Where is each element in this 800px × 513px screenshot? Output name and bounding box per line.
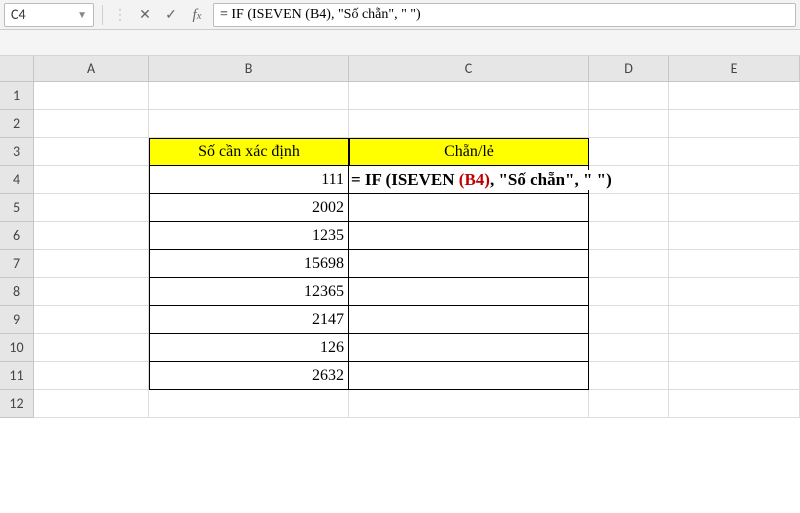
cell[interactable] [669,222,800,250]
cell[interactable] [589,306,669,334]
row-header[interactable]: 7 [0,250,34,278]
row-header[interactable]: 10 [0,334,34,362]
col-header-e[interactable]: E [669,56,800,82]
cell-b9[interactable]: 2147 [149,306,349,334]
cell[interactable] [669,194,800,222]
cell[interactable] [589,110,669,138]
cell[interactable] [34,334,149,362]
header-b3[interactable]: Số cần xác định [149,138,349,166]
cell[interactable] [34,306,149,334]
cell-b5[interactable]: 2002 [149,194,349,222]
col-header-d[interactable]: D [589,56,669,82]
spreadsheet-grid: A B C D E 1 2 3 Số cần xác định Chẵn/lẻ … [0,56,800,418]
cell[interactable] [34,250,149,278]
cell[interactable] [349,110,589,138]
row-header[interactable]: 4 [0,166,34,194]
cell[interactable] [669,82,800,110]
row-header[interactable]: 3 [0,138,34,166]
cell[interactable] [34,138,149,166]
cell[interactable] [669,334,800,362]
enter-icon[interactable]: ✓ [161,5,181,25]
cell[interactable] [669,278,800,306]
formula-part-ref: (B4) [459,170,490,189]
cell[interactable] [589,278,669,306]
col-header-b[interactable]: B [149,56,349,82]
select-all-corner[interactable] [0,56,34,82]
col-header-c[interactable]: C [349,56,589,82]
cell[interactable] [669,390,800,418]
cell[interactable] [589,222,669,250]
cell-c7[interactable] [349,250,589,278]
cell[interactable] [669,306,800,334]
cell[interactable] [589,250,669,278]
row-header[interactable]: 11 [0,362,34,390]
cell-b6[interactable]: 1235 [149,222,349,250]
cell[interactable] [34,362,149,390]
name-box[interactable]: C4 ▼ [4,3,94,27]
cell[interactable] [34,194,149,222]
row-header[interactable]: 2 [0,110,34,138]
row-header[interactable]: 6 [0,222,34,250]
row-header[interactable]: 9 [0,306,34,334]
cell[interactable] [349,390,589,418]
cell[interactable] [589,82,669,110]
cell[interactable] [589,362,669,390]
cell-b7[interactable]: 15698 [149,250,349,278]
formula-part-pre: = IF (ISEVEN [351,170,459,189]
cell[interactable] [34,390,149,418]
cell-c5[interactable] [349,194,589,222]
cell[interactable] [589,194,669,222]
name-box-value: C4 [11,6,26,23]
cell[interactable] [669,138,800,166]
cell-b11[interactable]: 2632 [149,362,349,390]
cell[interactable] [589,390,669,418]
cell[interactable] [149,390,349,418]
cell[interactable] [669,362,800,390]
cell-b10[interactable]: 126 [149,334,349,362]
cell-c11[interactable] [349,362,589,390]
header-c3[interactable]: Chẵn/lẻ [349,138,589,166]
cell-formula-overlay: = IF (ISEVEN (B4), "Số chẵn", " ") [349,170,614,190]
cell[interactable] [669,110,800,138]
cell-c9[interactable] [349,306,589,334]
cell[interactable] [349,82,589,110]
cell[interactable] [669,166,800,194]
fx-icon[interactable]: fx [187,6,207,26]
col-header-a[interactable]: A [34,56,149,82]
chevron-down-icon[interactable]: ▼ [77,8,87,21]
cell[interactable] [34,82,149,110]
dots-icon: ⋮ [111,6,129,23]
row-header[interactable]: 1 [0,82,34,110]
row-header[interactable]: 12 [0,390,34,418]
cell[interactable] [589,334,669,362]
formula-part-post: , "Số chẵn", " ") [490,170,612,189]
cell[interactable] [34,110,149,138]
cell[interactable] [669,250,800,278]
cell[interactable] [34,278,149,306]
row-header[interactable]: 5 [0,194,34,222]
formula-bar: C4 ▼ ⋮ ✕ ✓ fx = IF (ISEVEN (B4), "Số chẵ… [0,0,800,30]
cell-c10[interactable] [349,334,589,362]
separator [102,5,103,25]
cell[interactable] [149,82,349,110]
cell-c6[interactable] [349,222,589,250]
row-header[interactable]: 8 [0,278,34,306]
ribbon-spacer [0,30,800,56]
cell-b4[interactable]: 111 [149,166,349,194]
cell[interactable] [34,222,149,250]
cell-c4[interactable]: = IF (ISEVEN (B4), "Số chẵn", " ") [349,166,589,194]
cell-b8[interactable]: 12365 [149,278,349,306]
cancel-icon[interactable]: ✕ [135,5,155,25]
cell-c8[interactable] [349,278,589,306]
formula-text: = IF (ISEVEN (B4), "Số chẵn", " ") [220,7,421,23]
cell[interactable] [34,166,149,194]
cell[interactable] [149,110,349,138]
cell[interactable] [589,138,669,166]
formula-input[interactable]: = IF (ISEVEN (B4), "Số chẵn", " ") [213,3,796,27]
